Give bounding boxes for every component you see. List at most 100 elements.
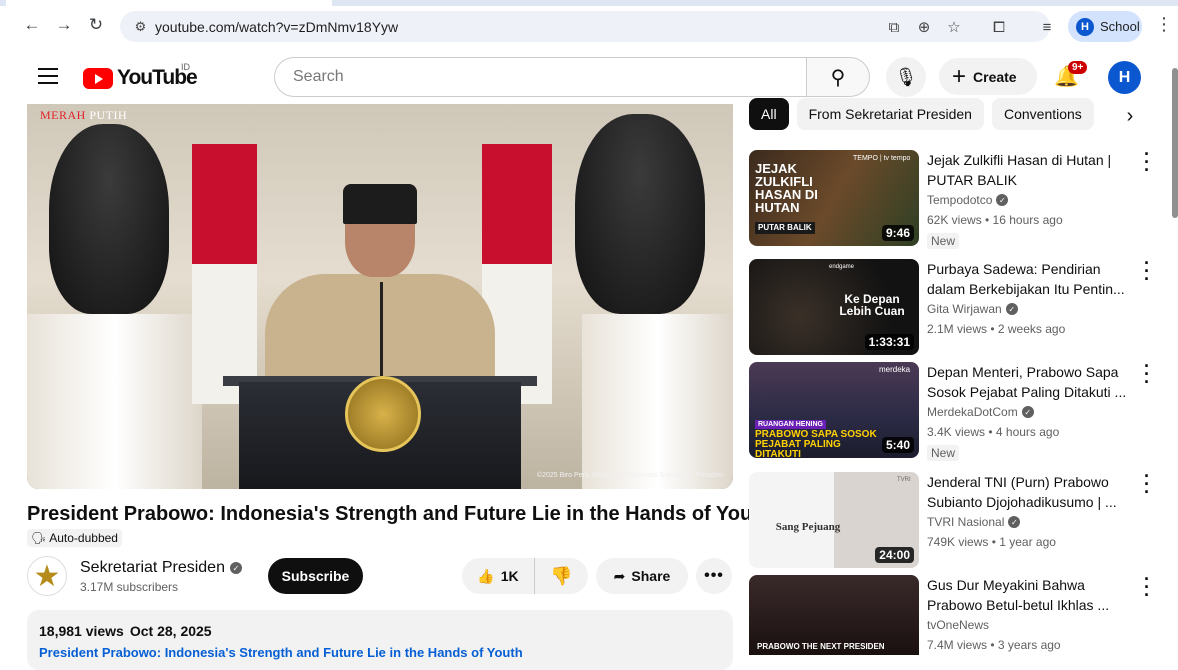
recommendation-title[interactable]: Depan Menteri, Prabowo Sapa Sosok Pejaba… <box>927 362 1132 402</box>
video-thumbnail[interactable]: JEJAK ZULKIFLI HASAN DI HUTAN TEMPO | tv… <box>749 150 919 246</box>
recommendation-title[interactable]: Gus Dur Meyakini Bahwa Prabowo Betul-bet… <box>927 575 1132 615</box>
chip-all[interactable]: All <box>749 98 789 130</box>
video-thumbnail[interactable]: endgame Ke Depan Lebih Cuan 1:33:31 <box>749 259 919 355</box>
bookmark-star-icon[interactable]: ☆ <box>945 18 963 36</box>
subscriber-count: 3.17M subscribers <box>80 580 179 594</box>
recommendation-meta: 62K views • 16 hours ago <box>927 213 1063 227</box>
copyright-overlay: ©2025 Biro Pers, Media, dan Informasi Se… <box>536 472 723 479</box>
subscribe-button[interactable]: Subscribe <box>268 558 363 594</box>
video-thumbnail[interactable]: Sang Pejuang TVRI 24:00 <box>749 472 919 568</box>
video-duration: 5:40 <box>881 437 914 453</box>
recommendation-title[interactable]: Jejak Zulkifli Hasan di Hutan | PUTAR BA… <box>927 150 1132 190</box>
more-vertical-icon[interactable]: · · · <box>1141 570 1153 604</box>
page-scrollbar[interactable] <box>1171 58 1178 655</box>
left-flag-red <box>192 144 257 264</box>
verified-icon: ✓ <box>1005 303 1018 315</box>
voice-search-button[interactable]: 🎙 <box>886 57 926 97</box>
notifications-button[interactable]: 🔔 9+ <box>1054 61 1088 90</box>
browser-menu-icon[interactable]: ⋮ <box>1155 14 1173 36</box>
more-vertical-icon[interactable]: · · · <box>1141 357 1153 391</box>
right-pedestal <box>582 314 733 489</box>
recommendation-item[interactable]: merdeka RUANGAN HENING PRABOWO SAPA SOSO… <box>749 357 1159 462</box>
recommendation-item[interactable]: endgame Ke Depan Lebih Cuan 1:33:31 Purb… <box>749 254 1159 359</box>
url-text[interactable]: youtube.com/watch?v=zDmNmv18Yyw <box>155 19 398 35</box>
thumbs-up-icon: 👍 <box>477 567 495 584</box>
recommendation-meta: 2.1M views • 2 weeks ago <box>927 322 1066 336</box>
search-input[interactable]: Search <box>274 57 807 97</box>
share-button[interactable]: ➦ Share <box>596 558 688 594</box>
auto-dubbed-badge[interactable]: 🗣 Auto-dubbed <box>27 529 122 547</box>
recommendation-title[interactable]: Jenderal TNI (Purn) Prabowo Subianto Djo… <box>927 472 1132 512</box>
recommendation-item[interactable]: PRABOWO THE NEXT PRESIDEN Gus Dur Meyaki… <box>749 570 1159 655</box>
thumbnail-text: Sang Pejuang <box>775 521 841 533</box>
reload-icon[interactable]: ↻ <box>85 14 107 36</box>
search-icon: ⚲ <box>830 66 846 89</box>
account-avatar[interactable]: H <box>1108 61 1141 94</box>
new-badge: New <box>927 233 960 249</box>
profile-label: School <box>1100 19 1140 34</box>
site-info-icon[interactable]: ⚙ <box>132 18 149 35</box>
video-thumbnail[interactable]: merdeka RUANGAN HENING PRABOWO SAPA SOSO… <box>749 362 919 458</box>
more-vertical-icon[interactable]: · · · <box>1141 467 1153 501</box>
left-pedestal <box>27 314 202 489</box>
youtube-logo[interactable]: YouTube ID <box>83 62 198 90</box>
video-duration: 9:46 <box>881 225 914 241</box>
video-thumbnail[interactable]: PRABOWO THE NEXT PRESIDEN <box>749 575 919 655</box>
notification-badge: 9+ <box>1068 61 1088 74</box>
view-count: 18,981 views <box>39 623 124 639</box>
browser-profile-button[interactable]: H School <box>1068 11 1142 42</box>
recommendation-item[interactable]: Sang Pejuang TVRI 24:00 Jenderal TNI (Pu… <box>749 467 1159 572</box>
youtube-play-icon <box>83 67 113 89</box>
create-button[interactable]: + Create <box>939 58 1037 95</box>
thumbnail-brand: TEMPO | tv tempo <box>853 155 911 162</box>
upload-date: Oct 28, 2025 <box>129 623 212 639</box>
more-horizontal-icon: ••• <box>704 567 724 584</box>
extensions-icon[interactable]: ⧠ <box>990 18 1008 36</box>
more-vertical-icon[interactable]: · · · <box>1141 254 1153 288</box>
chevron-right-icon[interactable]: › <box>1118 104 1142 128</box>
profile-avatar: H <box>1076 17 1094 36</box>
recommendation-meta: 7.4M views • 3 years ago <box>927 638 1061 652</box>
channel-avatar[interactable]: ★ <box>27 556 67 596</box>
menu-icon[interactable] <box>38 68 58 84</box>
thumbnail-brand: TVRI <box>897 477 911 483</box>
more-vertical-icon[interactable]: · · · <box>1141 145 1153 179</box>
recommendation-meta: 3.4K views • 4 hours ago <box>927 425 1060 439</box>
back-icon[interactable]: ← <box>21 14 43 36</box>
recommendation-channel[interactable]: Gita Wirjawan ✓ <box>927 302 1018 316</box>
like-count: 1K <box>500 568 519 584</box>
address-bar[interactable]: ⚙ youtube.com/watch?v=zDmNmv18Yyw ⧉ ⊕ ☆ <box>120 11 1050 42</box>
zoom-icon[interactable]: ⊕ <box>915 18 933 36</box>
scrollbar-thumb[interactable] <box>1172 68 1178 218</box>
dislike-button[interactable]: 👎 <box>535 558 588 594</box>
description-title-link[interactable]: President Prabowo: Indonesia's Strength … <box>39 645 721 660</box>
garuda-emblem <box>345 376 421 452</box>
forward-icon[interactable]: → <box>53 14 75 36</box>
chip-from-channel[interactable]: From Sekretariat Presiden <box>796 98 984 130</box>
recommendation-channel[interactable]: MerdekaDotCom ✓ <box>927 405 1034 419</box>
recommendation-channel[interactable]: TVRI Nasional ✓ <box>927 515 1021 529</box>
filter-chips: All From Sekretariat Presiden Convention… <box>749 98 1094 130</box>
verified-icon: ✓ <box>996 194 1009 206</box>
recommendation-item[interactable]: JEJAK ZULKIFLI HASAN DI HUTAN TEMPO | tv… <box>749 145 1159 250</box>
active-tab-edge[interactable] <box>6 0 332 6</box>
reading-list-icon[interactable]: ≡ <box>1038 18 1056 36</box>
thumbnail-text: JEJAK ZULKIFLI HASAN DI HUTAN <box>755 161 818 215</box>
channel-name[interactable]: Sekretariat Presiden <box>80 559 225 577</box>
verified-icon: ✓ <box>229 562 242 574</box>
install-app-icon[interactable]: ⧉ <box>885 18 903 36</box>
thumbnail-tag: RUANGAN HENING <box>755 420 826 429</box>
share-label: Share <box>631 568 671 584</box>
channel-name-link[interactable]: Sekretariat Presiden ✓ <box>80 559 242 577</box>
like-button[interactable]: 👍 1K <box>462 558 535 594</box>
description-box[interactable]: 18,981 views Oct 28, 2025 President Prabo… <box>27 610 733 670</box>
thumbnail-brand: endgame <box>829 264 855 270</box>
search-button[interactable]: ⚲ <box>806 57 870 97</box>
recommendation-channel[interactable]: tvOneNews <box>927 618 989 632</box>
recommendation-channel[interactable]: Tempodotco ✓ <box>927 193 1009 207</box>
verified-icon: ✓ <box>1008 516 1021 528</box>
chip-conventions[interactable]: Conventions <box>991 98 1094 130</box>
more-actions-button[interactable]: ••• <box>696 558 732 594</box>
video-player[interactable]: MERAH PUTIH ©2025 Biro Pers, Media, dan … <box>27 104 733 489</box>
recommendation-title[interactable]: Purbaya Sadewa: Pendirian dalam Berkebij… <box>927 259 1132 299</box>
